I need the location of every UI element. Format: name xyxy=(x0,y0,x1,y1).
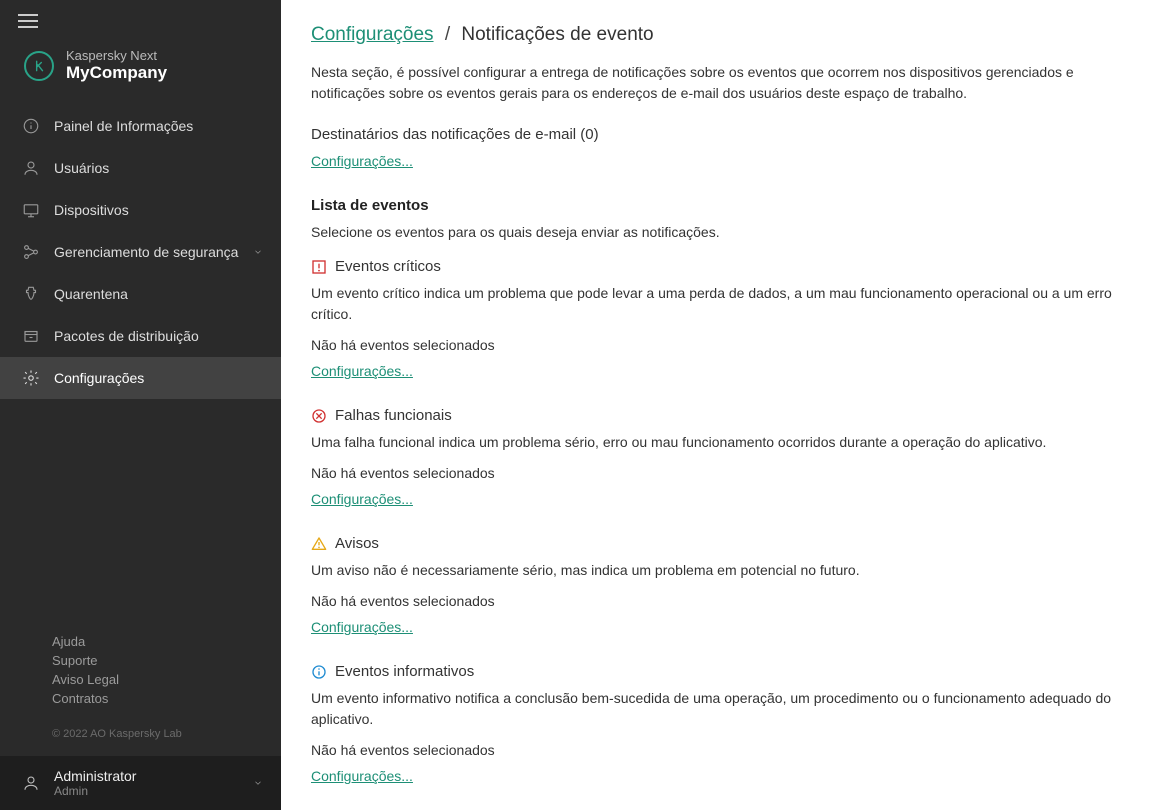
chevron-down-icon xyxy=(253,247,263,257)
event-config-link-info[interactable]: Configurações... xyxy=(311,768,413,784)
event-desc: Um aviso não é necessariamente sério, ma… xyxy=(311,560,1123,581)
event-group-info: Eventos informativos Um evento informati… xyxy=(311,663,1123,784)
event-status: Não há eventos selecionados xyxy=(311,593,1123,609)
event-title-critical: Eventos críticos xyxy=(311,258,1123,275)
security-icon xyxy=(22,243,40,261)
sidebar-item-security[interactable]: Gerenciamento de segurança xyxy=(0,231,281,273)
sidebar-top xyxy=(0,0,281,42)
footer-link-support[interactable]: Suporte xyxy=(52,653,263,668)
user-info: Administrator Admin xyxy=(54,768,239,798)
event-group-warning: Avisos Um aviso não é necessariamente sé… xyxy=(311,535,1123,635)
sidebar-item-devices[interactable]: Dispositivos xyxy=(0,189,281,231)
breadcrumb-sep: / xyxy=(439,24,456,45)
sidebar-item-label: Usuários xyxy=(54,160,109,176)
company-name: MyCompany xyxy=(66,63,167,83)
event-config-link-failure[interactable]: Configurações... xyxy=(311,491,413,507)
eventlist-desc: Selecione os eventos para os quais desej… xyxy=(311,224,1123,240)
sidebar-item-label: Gerenciamento de segurança xyxy=(54,244,238,260)
sidebar-item-label: Dispositivos xyxy=(54,202,129,218)
footer-link-legal[interactable]: Aviso Legal xyxy=(52,672,263,687)
event-config-link-warning[interactable]: Configurações... xyxy=(311,619,413,635)
event-desc: Uma falha funcional indica um problema s… xyxy=(311,432,1123,453)
event-desc: Um evento informativo notifica a conclus… xyxy=(311,688,1123,730)
event-title-failure: Falhas funcionais xyxy=(311,407,1123,424)
footer-link-help[interactable]: Ajuda xyxy=(52,634,263,649)
user-icon xyxy=(22,774,40,792)
sidebar-item-packages[interactable]: Pacotes de distribuição xyxy=(0,315,281,357)
event-title-info: Eventos informativos xyxy=(311,663,1123,680)
recipients-heading: Destinatários das notificações de e-mail… xyxy=(311,126,1123,143)
critical-icon xyxy=(311,259,327,275)
gear-icon xyxy=(22,369,40,387)
user-role: Admin xyxy=(54,784,239,798)
breadcrumb-current: Notificações de evento xyxy=(461,24,653,45)
device-icon xyxy=(22,201,40,219)
chevron-down-icon xyxy=(253,778,263,788)
quarantine-icon xyxy=(22,285,40,303)
hamburger-icon[interactable] xyxy=(18,14,38,30)
eventlist-heading: Lista de eventos xyxy=(311,197,1123,214)
recipients-config-link[interactable]: Configurações... xyxy=(311,153,413,169)
brand-block: Kaspersky Next MyCompany xyxy=(0,42,281,105)
sidebar-item-users[interactable]: Usuários xyxy=(0,147,281,189)
user-icon xyxy=(22,159,40,177)
event-title-label: Avisos xyxy=(335,535,379,552)
event-status: Não há eventos selecionados xyxy=(311,465,1123,481)
sidebar-item-label: Pacotes de distribuição xyxy=(54,328,199,344)
sidebar-item-dashboard[interactable]: Painel de Informações xyxy=(0,105,281,147)
sidebar-item-settings[interactable]: Configurações xyxy=(0,357,281,399)
event-group-critical: Eventos críticos Um evento crítico indic… xyxy=(311,258,1123,379)
user-name: Administrator xyxy=(54,768,239,784)
footer-links: Ajuda Suporte Aviso Legal Contratos xyxy=(0,620,281,720)
brand-text: Kaspersky Next MyCompany xyxy=(66,48,167,83)
event-title-label: Eventos informativos xyxy=(335,663,474,680)
event-group-failure: Falhas funcionais Uma falha funcional in… xyxy=(311,407,1123,507)
product-name: Kaspersky Next xyxy=(66,48,167,63)
sidebar-item-label: Quarentena xyxy=(54,286,128,302)
warning-icon xyxy=(311,536,327,552)
breadcrumb: Configurações / Notificações de evento xyxy=(311,24,1123,46)
sidebar: Kaspersky Next MyCompany Painel de Infor… xyxy=(0,0,281,810)
breadcrumb-parent[interactable]: Configurações xyxy=(311,24,434,45)
event-status: Não há eventos selecionados xyxy=(311,742,1123,758)
main-content: Configurações / Notificações de evento N… xyxy=(281,0,1153,810)
brand-logo-icon xyxy=(24,51,54,81)
footer-copyright: © 2022 AO Kaspersky Lab xyxy=(0,720,281,756)
sidebar-item-label: Painel de Informações xyxy=(54,118,193,134)
event-status: Não há eventos selecionados xyxy=(311,337,1123,353)
sidebar-item-label: Configurações xyxy=(54,370,144,386)
sidebar-item-quarantine[interactable]: Quarentena xyxy=(0,273,281,315)
package-icon xyxy=(22,327,40,345)
info-event-icon xyxy=(311,664,327,680)
event-config-link-critical[interactable]: Configurações... xyxy=(311,363,413,379)
event-desc: Um evento crítico indica um problema que… xyxy=(311,283,1123,325)
failure-icon xyxy=(311,408,327,424)
intro-text: Nesta seção, é possível configurar a ent… xyxy=(311,62,1123,104)
user-account-row[interactable]: Administrator Admin xyxy=(0,756,281,810)
info-icon xyxy=(22,117,40,135)
event-title-label: Falhas funcionais xyxy=(335,407,452,424)
footer-link-contracts[interactable]: Contratos xyxy=(52,691,263,706)
event-title-label: Eventos críticos xyxy=(335,258,441,275)
nav: Painel de Informações Usuários Dispositi… xyxy=(0,105,281,620)
event-title-warning: Avisos xyxy=(311,535,1123,552)
